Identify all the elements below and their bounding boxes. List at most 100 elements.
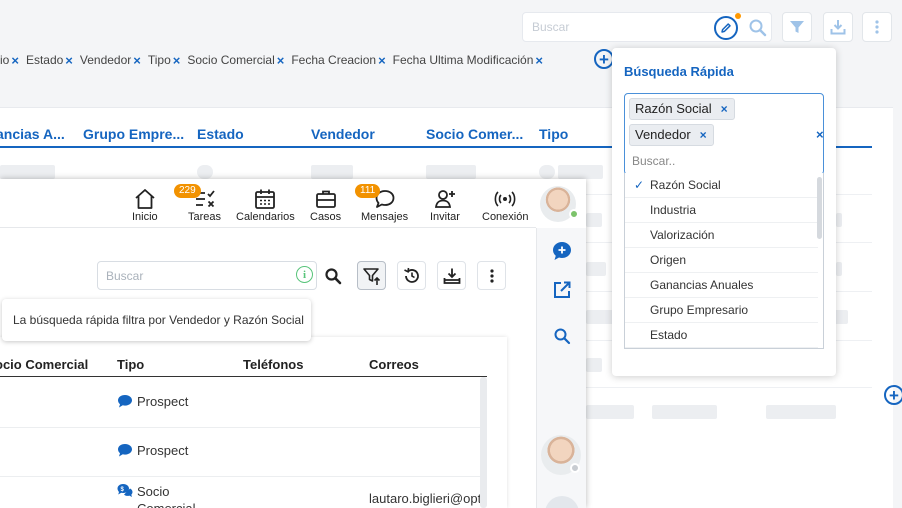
inner-search-input[interactable] [98,262,288,289]
option-ganancias-anuales[interactable]: Ganancias Anuales [625,273,818,298]
quick-filter-button[interactable] [357,261,386,290]
notification-dot [735,13,741,19]
nav-invitar[interactable]: Invitar [430,187,460,223]
remove-tag-icon[interactable]: × [721,99,728,119]
add-row-icon[interactable]: + [884,385,902,405]
column-header[interactable]: Tipo [539,126,568,142]
loading-placeholder [586,213,602,227]
history-button[interactable] [397,261,426,290]
nav-casos[interactable]: Casos [310,187,341,223]
table-row[interactable]: Prospect [117,443,188,458]
download-tray-icon [443,268,460,284]
loading-placeholder [836,262,842,276]
briefcase-icon [315,190,336,208]
row-divider [586,387,872,388]
filter-chip: Tipo × [147,52,181,68]
quick-search-select[interactable]: Razón Social × Vendedor × × [624,93,824,175]
column-header[interactable]: Teléfonos [243,357,303,372]
option-industria[interactable]: Industria [625,198,818,223]
invite-user-icon [434,190,455,208]
home-icon [135,189,155,209]
inner-more-button[interactable] [477,261,506,290]
partner-chat-icon: $ [117,484,133,497]
info-icon[interactable]: i [296,266,313,283]
messages-count-badge: 111 [355,184,381,198]
column-header[interactable]: Grupo Empre... [83,126,184,142]
loading-placeholder [586,358,602,372]
side-rail [536,228,586,508]
column-header[interactable]: ancias A... [0,126,65,142]
loading-placeholder [652,405,717,419]
remove-chip-icon[interactable]: × [133,53,141,68]
remove-tag-icon[interactable]: × [700,125,707,145]
quick-search-input[interactable] [632,152,802,170]
remove-chip-icon[interactable]: × [277,53,285,68]
filter-chip: Fecha Creacion × [291,52,386,68]
loading-placeholder [539,165,555,179]
email-cell[interactable]: lautaro.biglieri@opt [369,491,481,506]
inner-search-field[interactable] [97,261,317,290]
filter-chip: Estado × [25,52,73,68]
connection-icon [494,191,516,207]
loading-placeholder [586,405,634,419]
loading-placeholder [586,262,606,276]
option-origen[interactable]: Origen [625,248,818,273]
top-search-input[interactable] [523,13,703,41]
search-icon[interactable] [748,18,768,38]
inner-app-window: Inicio Tareas 229 Calendarios Casos Mens… [0,179,586,508]
table-row[interactable]: $ Socio Comercial [117,483,196,508]
column-header[interactable]: Socio Comer... [426,126,523,142]
tasks-count-badge: 229 [174,184,201,198]
quick-search-title: Búsqueda Rápida [624,64,734,79]
filter-button[interactable] [782,12,812,42]
inner-search-button[interactable] [318,261,347,290]
filter-chip: Fecha Ultima Modificación × [392,52,543,68]
open-external-icon[interactable] [552,280,572,300]
nav-calendarios[interactable]: Calendarios [236,187,295,223]
filter-chip: rio× [0,52,19,68]
filter-icon [790,21,804,33]
filter-chip: Socio Comercial × [187,52,285,68]
nav-inicio[interactable]: Inicio [132,187,158,223]
column-header[interactable]: Correos [369,357,419,372]
clear-all-icon[interactable]: × [816,127,824,142]
remove-chip-icon[interactable]: × [535,53,543,68]
chat-bubble-icon [118,444,132,457]
rail-search-icon[interactable] [553,327,571,345]
column-header[interactable]: ocio Comercial [0,357,88,372]
table-row[interactable]: Prospect [117,394,188,409]
edit-quick-search-button[interactable] [714,16,738,40]
new-chat-icon[interactable] [551,240,573,262]
column-header[interactable]: Vendedor [311,126,375,142]
download-button[interactable] [823,12,853,42]
topbar-divider [0,227,536,228]
option-razon-social[interactable]: ✓ Razón Social [625,173,818,198]
chat-bubble-icon [118,395,132,408]
calendar-icon [255,189,276,209]
more-options-button[interactable] [862,12,892,42]
add-filter-icon[interactable]: + [594,49,614,69]
loading-placeholder [558,165,603,179]
remove-chip-icon[interactable]: × [11,53,19,68]
option-grupo-empresario[interactable]: Grupo Empresario [625,298,818,323]
option-estado[interactable]: Estado [625,323,818,348]
table-scrollbar[interactable] [480,377,487,508]
column-header[interactable]: Tipo [117,357,144,372]
more-contacts-button[interactable] [545,496,579,508]
remove-chip-icon[interactable]: × [65,53,73,68]
nav-conexion[interactable]: Conexión [482,187,528,223]
column-header[interactable]: Estado [197,126,244,142]
remove-chip-icon[interactable]: × [173,53,181,68]
option-valorizacion[interactable]: Valorización [625,223,818,248]
row-divider [0,427,480,428]
quick-search-options: ✓ Razón Social Industria Valorización Or… [624,173,824,349]
quick-search-tooltip: La búsqueda rápida filtra por Vendedor y… [2,299,311,341]
history-icon [403,267,419,283]
export-button[interactable] [437,261,466,290]
download-icon [830,20,846,35]
options-scrollbar[interactable] [817,177,822,239]
remove-chip-icon[interactable]: × [378,53,386,68]
loading-placeholder [766,405,836,419]
more-vertical-icon [489,268,494,283]
selected-field-tag: Razón Social × [629,98,735,120]
